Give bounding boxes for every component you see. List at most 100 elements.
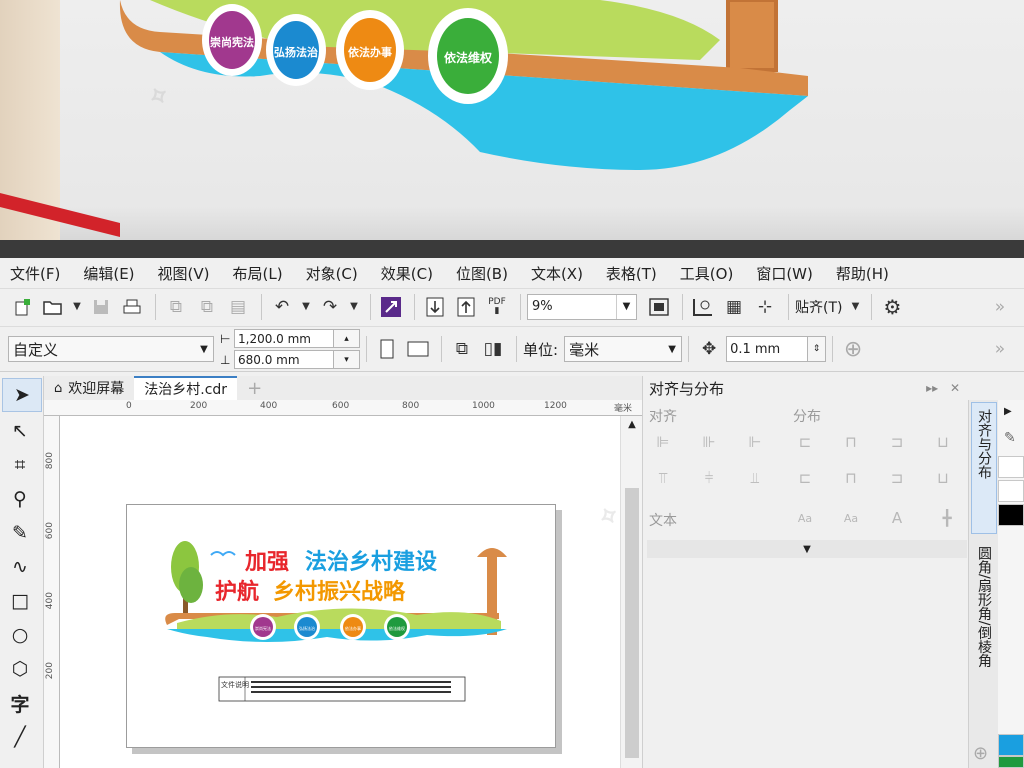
align-right-icon[interactable]: ⊩ — [743, 430, 767, 454]
units-select[interactable]: 毫米 ▼ — [564, 336, 683, 362]
tab-welcome-screen[interactable]: ⌂ 欢迎屏幕 — [44, 376, 134, 400]
freehand-tool-icon[interactable]: ✎ — [0, 516, 40, 550]
publish-pdf-icon[interactable]: PDF ▮ — [483, 293, 511, 321]
vertical-ruler[interactable]: 800 600 400 200 — [44, 416, 60, 768]
all-pages-icon[interactable]: ⧉ — [448, 335, 476, 363]
collapse-icon[interactable]: ▸▸ — [926, 381, 938, 395]
chevron-down-icon[interactable]: ▼ — [616, 294, 636, 319]
swatch-green[interactable] — [998, 756, 1024, 768]
text-last-baseline-icon[interactable]: Aa — [839, 506, 863, 530]
distribute-left-icon[interactable]: ⊏ — [793, 430, 817, 454]
toolbar-overflow-icon[interactable]: » — [986, 293, 1014, 321]
align-bottom-icon[interactable]: ⫫ — [743, 466, 767, 490]
import-icon[interactable] — [421, 293, 449, 321]
gear-icon[interactable]: ⚙ — [878, 293, 906, 321]
ellipse-tool-icon[interactable]: ○ — [0, 618, 40, 652]
new-document-icon[interactable] — [8, 293, 36, 321]
docker-expand-bar[interactable]: ▼ — [647, 540, 967, 558]
crop-tool-icon[interactable]: ⌗ — [0, 448, 40, 482]
nudge-spinner-icon[interactable]: ⇕ — [808, 336, 827, 362]
menu-table[interactable]: 表格(T) — [606, 263, 657, 284]
add-tab-icon[interactable]: + — [237, 376, 272, 400]
menu-file[interactable]: 文件(F) — [10, 263, 60, 284]
horizontal-ruler[interactable]: 0 200 400 600 800 1000 1200 毫米 — [44, 400, 642, 416]
zoom-tool-icon[interactable]: ⚲ — [0, 482, 40, 516]
vtab-fillet-scallop-chamfer[interactable]: 圆角/扇形角/倒棱角 — [971, 540, 997, 740]
height-spinner-icon[interactable]: ▾ — [334, 350, 360, 369]
scroll-thumb[interactable] — [625, 488, 639, 758]
menu-tools[interactable]: 工具(O) — [680, 263, 734, 284]
text-bounding-box-icon[interactable]: A — [885, 506, 909, 530]
redo-icon[interactable]: ↷ — [316, 293, 344, 321]
redo-dropdown-icon[interactable]: ▼ — [347, 293, 361, 321]
menu-object[interactable]: 对象(C) — [306, 263, 358, 284]
menu-help[interactable]: 帮助(H) — [836, 263, 889, 284]
zoom-level-select[interactable]: 9% ▼ — [527, 293, 637, 320]
scroll-up-icon[interactable]: ▲ — [621, 416, 643, 432]
shape-tool-icon[interactable]: ↖ — [0, 414, 40, 448]
polygon-tool-icon[interactable]: ⬡ — [0, 652, 40, 686]
snap-dropdown-icon[interactable]: ▼ — [848, 293, 862, 321]
paste-icon[interactable]: ▤ — [224, 293, 252, 321]
show-grid-icon[interactable]: ▦ — [720, 293, 748, 321]
align-left-icon[interactable]: ⊫ — [651, 430, 675, 454]
swatch-none[interactable] — [998, 456, 1024, 478]
vtab-align-distribute[interactable]: 对齐与分布 — [971, 402, 997, 534]
menu-view[interactable]: 视图(V) — [158, 263, 210, 284]
menu-layout[interactable]: 布局(L) — [233, 263, 283, 284]
align-center-v-icon[interactable]: ⫩ — [697, 466, 721, 490]
propbar-overflow-icon[interactable]: » — [986, 335, 1014, 363]
export-icon[interactable] — [452, 293, 480, 321]
text-outline-icon[interactable]: ╋ — [935, 506, 959, 530]
tab-document[interactable]: 法治乡村.cdr — [134, 376, 238, 400]
open-folder-icon[interactable] — [39, 293, 67, 321]
full-screen-icon[interactable] — [645, 293, 673, 321]
palette-scroll-icon[interactable]: ▶ — [1004, 406, 1012, 417]
quick-customize-icon[interactable]: ⊕ — [839, 335, 867, 363]
chevron-down-icon[interactable]: ▼ — [803, 544, 811, 555]
close-icon[interactable]: ✕ — [950, 381, 960, 395]
nudge-distance-field[interactable]: 0.1 mm — [726, 336, 809, 362]
pick-tool-icon[interactable]: ➤ — [2, 378, 42, 412]
swatch-black[interactable] — [998, 504, 1024, 526]
copy-icon[interactable]: ⧉ — [193, 293, 221, 321]
search-content-icon[interactable] — [377, 293, 405, 321]
distribute-spacing-h-icon[interactable]: ⊔ — [931, 430, 955, 454]
page-size-preset-select[interactable]: 自定义 ▼ — [8, 336, 214, 362]
menu-text[interactable]: 文本(X) — [531, 263, 583, 284]
print-icon[interactable] — [118, 293, 146, 321]
show-guidelines-icon[interactable]: ⊹ — [751, 293, 779, 321]
chevron-down-icon[interactable]: ▼ — [663, 337, 681, 361]
undo-icon[interactable]: ↶ — [268, 293, 296, 321]
distribute-middle-icon[interactable]: ⊓ — [839, 466, 863, 490]
snap-to-menu[interactable]: 贴齐(T) — [795, 297, 842, 317]
rectangle-tool-icon[interactable]: □ — [0, 584, 40, 618]
align-center-h-icon[interactable]: ⊪ — [697, 430, 721, 454]
save-icon[interactable] — [87, 293, 115, 321]
chevron-down-icon[interactable]: ▼ — [195, 337, 213, 361]
drawing-canvas[interactable]: 加强 法治乡村建设 护航 乡村振兴战略 崇尚宪法 弘扬法治 依法办事 依法维权 … — [60, 416, 620, 768]
show-rulers-icon[interactable] — [689, 293, 717, 321]
text-first-baseline-icon[interactable]: Aa — [793, 506, 817, 530]
page-height-field[interactable]: 680.0 mm — [234, 350, 334, 369]
landscape-icon[interactable] — [404, 335, 432, 363]
document-page[interactable]: 加强 法治乡村建设 护航 乡村振兴战略 崇尚宪法 弘扬法治 依法办事 依法维权 … — [126, 504, 556, 748]
eyedropper-icon[interactable]: ✎ — [1004, 430, 1016, 446]
width-spinner-icon[interactable]: ▴ — [334, 329, 360, 348]
current-page-icon[interactable]: ▯▮ — [479, 335, 507, 363]
portrait-icon[interactable] — [373, 335, 401, 363]
cut-icon[interactable]: ⧉ — [162, 293, 190, 321]
artistic-media-tool-icon[interactable]: ∿ — [0, 550, 40, 584]
add-docker-icon[interactable]: ⊕ — [973, 743, 988, 764]
menu-window[interactable]: 窗口(W) — [756, 263, 813, 284]
undo-dropdown-icon[interactable]: ▼ — [299, 293, 313, 321]
open-dropdown-icon[interactable]: ▼ — [70, 293, 84, 321]
artwork[interactable]: 加强 法治乡村建设 护航 乡村振兴战略 崇尚宪法 弘扬法治 依法办事 依法维权 … — [127, 505, 557, 749]
distribute-center-icon[interactable]: ⊓ — [839, 430, 863, 454]
vertical-scrollbar[interactable]: ▲ — [620, 416, 642, 768]
distribute-spacing-v-icon[interactable]: ⊔ — [931, 466, 955, 490]
distribute-top-icon[interactable]: ⊏ — [793, 466, 817, 490]
menu-effects[interactable]: 效果(C) — [381, 263, 433, 284]
align-top-icon[interactable]: ⫪ — [651, 466, 675, 490]
menu-edit[interactable]: 编辑(E) — [83, 263, 134, 284]
